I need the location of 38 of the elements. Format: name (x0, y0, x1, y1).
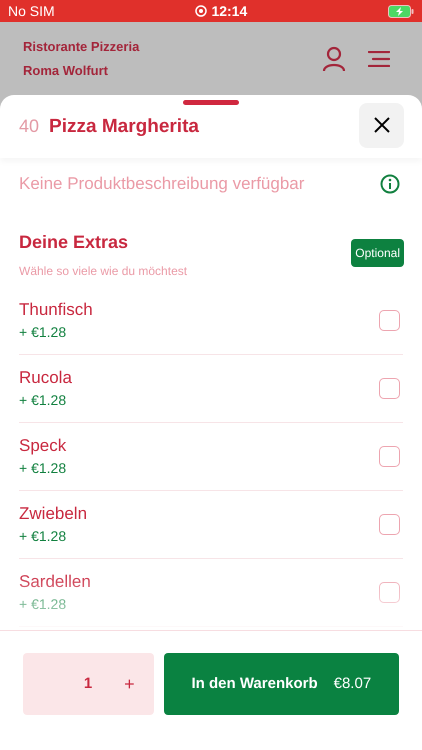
section-subtitle: Wähle so viele wie du möchtest (19, 263, 188, 280)
extra-price: + €1.28 (19, 528, 68, 546)
checkbox[interactable] (379, 378, 400, 399)
extra-name: Rucola (19, 367, 72, 388)
quantity-value: 1 (84, 674, 92, 694)
product-title: Pizza Margherita (49, 114, 199, 139)
restaurant-name: Ristorante Pizzeria (23, 38, 140, 56)
battery-icon (388, 4, 414, 18)
checkbox[interactable] (379, 310, 400, 331)
extra-name: Thunfisch (19, 299, 93, 320)
location-icon (195, 5, 208, 17)
info-icon[interactable] (380, 174, 400, 194)
total-price: €8.07 (334, 674, 372, 694)
clock-text: 12:14 (211, 2, 248, 20)
add-to-cart-label: In den Warenkorb (192, 674, 318, 694)
add-to-cart-button[interactable]: In den Warenkorb €8.07 (164, 653, 399, 715)
menu-icon[interactable] (368, 50, 390, 66)
close-icon (374, 117, 390, 133)
restaurant-name: Roma Wolfurt (23, 62, 109, 80)
checkbox[interactable] (379, 582, 400, 603)
extra-name: Zwiebeln (19, 503, 88, 524)
description-text: Keine Produktbeschreibung verfügbar (19, 173, 304, 196)
checkbox[interactable] (379, 446, 400, 467)
extra-price: + €1.28 (19, 596, 68, 614)
increase-button[interactable]: + (124, 670, 135, 698)
extra-price: + €1.28 (19, 324, 68, 342)
product-number: 40 (19, 114, 40, 138)
carrier-text: No SIM (8, 2, 55, 20)
section-title: Deine Extras (19, 231, 130, 254)
close-button[interactable] (359, 102, 404, 148)
optional-badge: Optional (351, 238, 404, 266)
user-icon[interactable] (322, 46, 346, 72)
checkbox[interactable] (379, 514, 400, 535)
drag-handle[interactable] (183, 100, 239, 105)
extra-price: + €1.28 (19, 392, 68, 410)
extra-name: Speck (19, 435, 66, 456)
extra-price: + €1.28 (19, 460, 66, 478)
extra-name: Sardellen (19, 571, 91, 592)
